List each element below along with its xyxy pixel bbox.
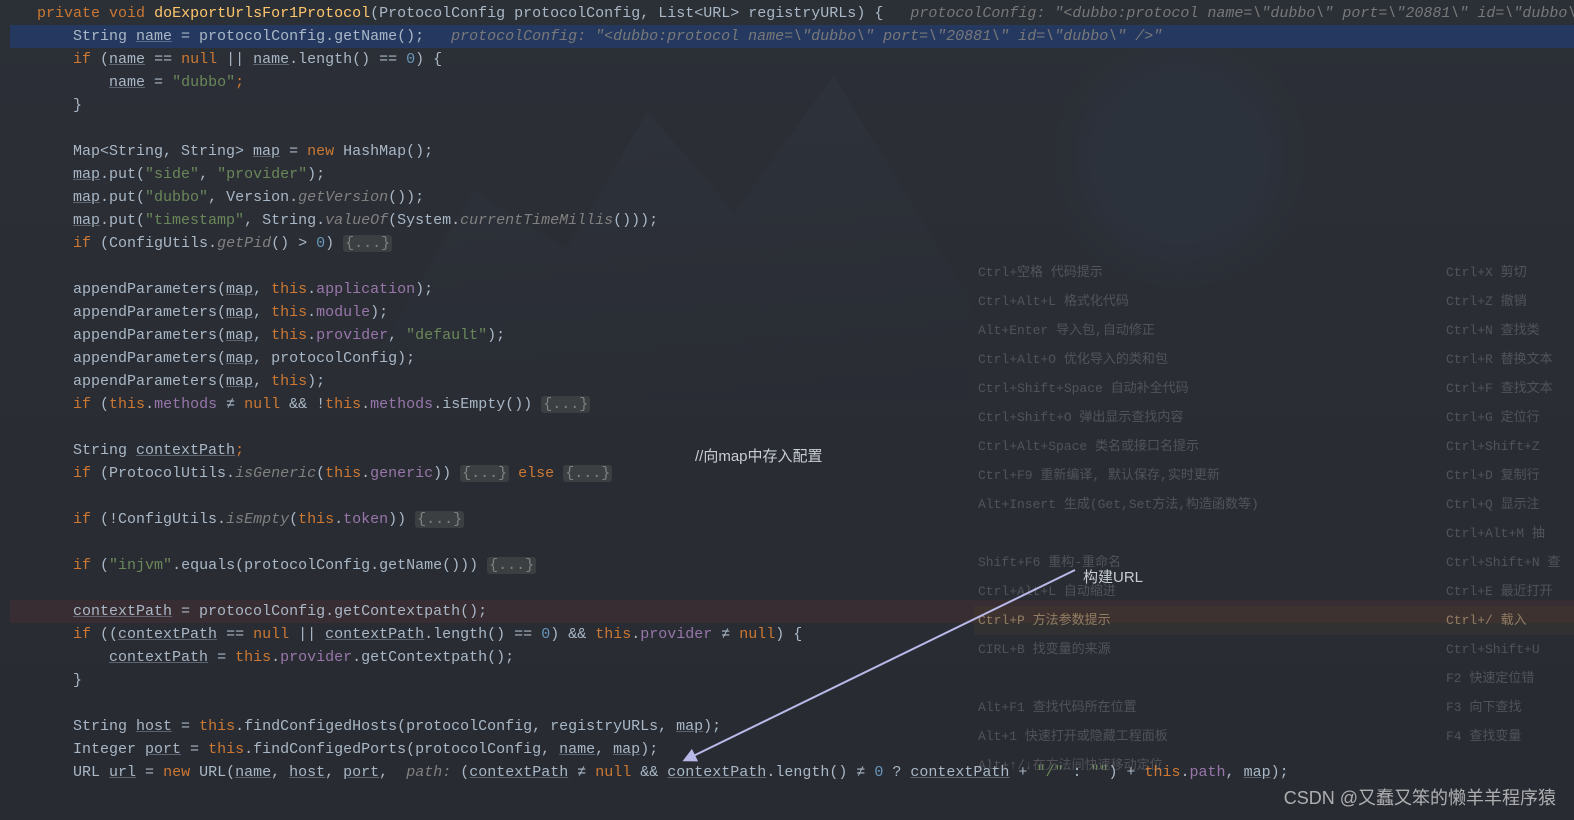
code-line[interactable]: contextPath = this.provider.getContextpa… (10, 646, 1574, 669)
fold-marker[interactable]: {...} (563, 465, 612, 482)
code-line[interactable]: private void doExportUrlsFor1Protocol(Pr… (10, 2, 1574, 25)
code-line-blank[interactable] (10, 117, 1574, 140)
method-name: doExportUrlsFor1Protocol (154, 5, 370, 22)
code-line-changed[interactable]: contextPath = protocolConfig.getContextp… (10, 600, 1574, 623)
code-line[interactable]: if (this.methods ≠ null && !this.methods… (10, 393, 1574, 416)
annotation-build-url: 构建URL (1083, 566, 1143, 587)
annotation-comment: //向map中存入配置 (695, 445, 823, 466)
code-line-blank[interactable] (10, 485, 1574, 508)
code-line-highlighted[interactable]: String name = protocolConfig.getName(); … (10, 25, 1574, 48)
fold-marker[interactable]: {...} (541, 396, 590, 413)
inlay-hint: path: (406, 764, 460, 781)
code-line[interactable]: } (10, 94, 1574, 117)
fold-marker[interactable]: {...} (343, 235, 392, 252)
code-line[interactable]: appendParameters(map, this.module); (10, 301, 1574, 324)
code-line[interactable]: if (name == null || name.length() == 0) … (10, 48, 1574, 71)
code-line[interactable]: Map<String, String> map = new HashMap(); (10, 140, 1574, 163)
code-line[interactable]: name = "dubbo"; (10, 71, 1574, 94)
code-line-blank[interactable] (10, 255, 1574, 278)
fold-marker[interactable]: {...} (487, 557, 536, 574)
code-line-blank[interactable] (10, 416, 1574, 439)
code-line-blank[interactable] (10, 577, 1574, 600)
variable: name (136, 28, 172, 45)
code-line[interactable]: map.put("dubbo", Version.getVersion()); (10, 186, 1574, 209)
code-line[interactable]: if ((contextPath == null || contextPath.… (10, 623, 1574, 646)
code-line[interactable]: appendParameters(map, this); (10, 370, 1574, 393)
inlay-hint: protocolConfig: "<dubbo:protocol name=\"… (910, 5, 1574, 22)
code-line[interactable]: appendParameters(map, protocolConfig); (10, 347, 1574, 370)
watermark: CSDN @又蠢又笨的懒羊羊程序猿 (1284, 784, 1556, 810)
code-line[interactable]: Integer port = this.findConfigedPorts(pr… (10, 738, 1574, 761)
code-line[interactable]: String host = this.findConfigedHosts(pro… (10, 715, 1574, 738)
code-line[interactable]: if ("injvm".equals(protocolConfig.getNam… (10, 554, 1574, 577)
code-line[interactable]: appendParameters(map, this.application); (10, 278, 1574, 301)
inlay-hint: protocolConfig: "<dubbo:protocol name=\"… (451, 28, 1162, 45)
code-line[interactable]: map.put("side", "provider"); (10, 163, 1574, 186)
code-line[interactable]: URL url = new URL(name, host, port, path… (10, 761, 1574, 784)
code-line[interactable]: if (!ConfigUtils.isEmpty(this.token)) {.… (10, 508, 1574, 531)
code-line[interactable]: } (10, 669, 1574, 692)
code-editor[interactable]: private void doExportUrlsFor1Protocol(Pr… (0, 0, 1574, 820)
keyword: void (109, 5, 145, 22)
keyword: private (37, 5, 100, 22)
code-line[interactable]: map.put("timestamp", String.valueOf(Syst… (10, 209, 1574, 232)
code-line-blank[interactable] (10, 692, 1574, 715)
code-line-blank[interactable] (10, 531, 1574, 554)
code-line[interactable]: if (ConfigUtils.getPid() > 0) {...} (10, 232, 1574, 255)
fold-marker[interactable]: {...} (415, 511, 464, 528)
fold-marker[interactable]: {...} (460, 465, 509, 482)
code-line[interactable]: appendParameters(map, this.provider, "de… (10, 324, 1574, 347)
